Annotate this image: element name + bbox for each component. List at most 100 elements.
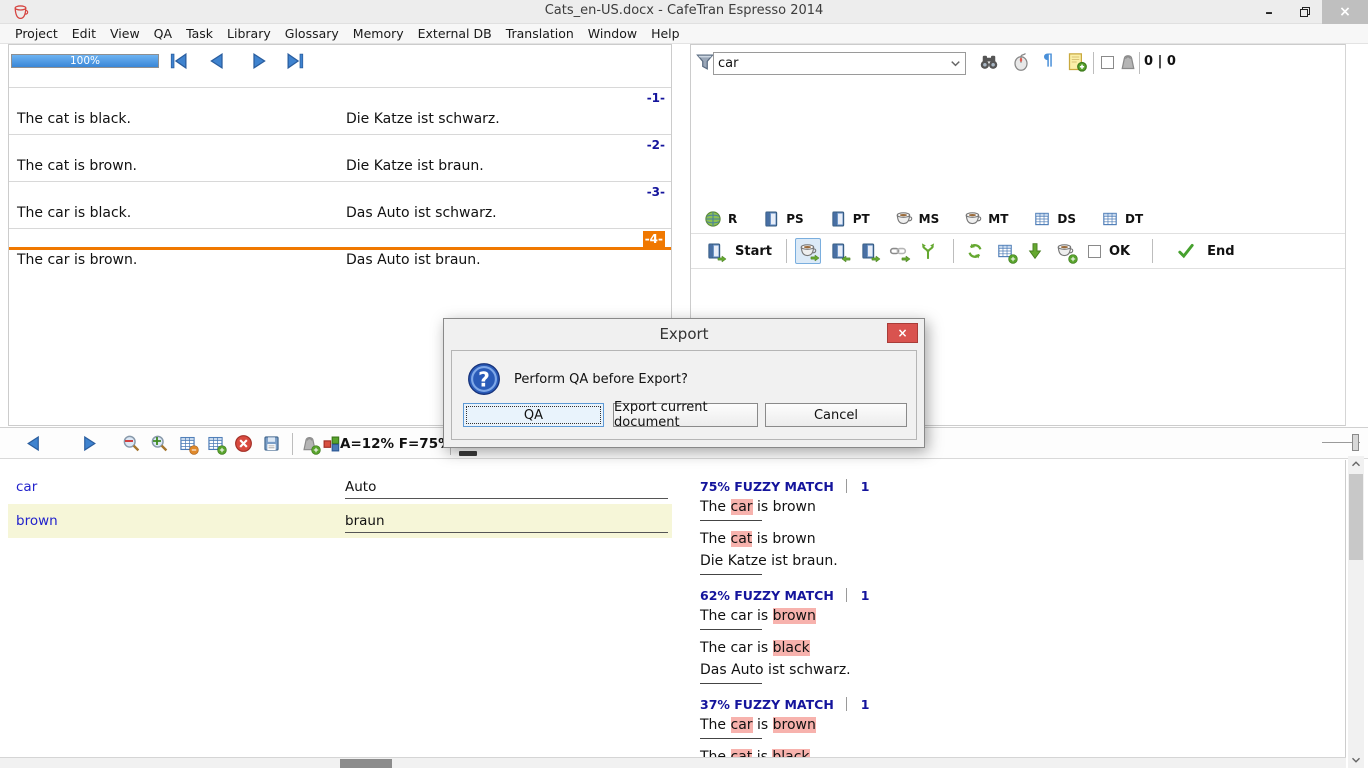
next-segment-button[interactable] xyxy=(249,51,269,71)
first-segment-button[interactable] xyxy=(169,51,189,71)
transfer-down-button[interactable] xyxy=(1022,238,1048,264)
new-memory-button[interactable] xyxy=(300,434,319,453)
restore-icon xyxy=(1299,6,1311,18)
scroll-down-button[interactable] xyxy=(1348,752,1364,768)
partially-covered-icon[interactable] xyxy=(459,451,477,456)
minimize-button[interactable]: – xyxy=(1252,0,1286,24)
add-to-glossary-button[interactable] xyxy=(992,238,1018,264)
last-segment-button[interactable] xyxy=(285,51,305,71)
end-button[interactable] xyxy=(1173,238,1199,264)
vertical-scrollbar[interactable] xyxy=(1348,456,1364,768)
next-match-button[interactable] xyxy=(80,434,99,453)
zoom-in-button[interactable] xyxy=(150,434,169,453)
cancel-button[interactable]: Cancel xyxy=(765,403,907,427)
fuzzy-match-block[interactable]: 75% FUZZY MATCH 1 The car is brown The c… xyxy=(700,476,1345,575)
menu-library[interactable]: Library xyxy=(220,26,278,41)
menu-memory[interactable]: Memory xyxy=(346,26,411,41)
next-untranslated-button[interactable] xyxy=(795,238,821,264)
tab-db-target[interactable]: DT xyxy=(1101,210,1143,228)
close-button[interactable]: × xyxy=(1322,0,1368,24)
search-input[interactable] xyxy=(718,54,943,73)
previous-document-segment-button[interactable] xyxy=(825,238,851,264)
split-segment-button[interactable] xyxy=(915,238,941,264)
horizontal-scroll-thumb[interactable] xyxy=(340,759,392,768)
scroll-up-button[interactable] xyxy=(1348,456,1364,472)
tab-memory-target[interactable]: MT xyxy=(964,210,1008,228)
menu-qa[interactable]: QA xyxy=(147,26,179,41)
segment-row[interactable]: -2- The cat is brown. Die Katze ist brau… xyxy=(9,134,671,181)
save-memory-button[interactable] xyxy=(262,434,281,453)
menu-edit[interactable]: Edit xyxy=(65,26,103,41)
memory-bag-icon[interactable] xyxy=(1118,52,1138,72)
table-grid-icon xyxy=(1101,210,1119,228)
segment-target[interactable]: Die Katze ist braun. xyxy=(346,158,484,174)
menu-window[interactable]: Window xyxy=(581,26,644,41)
plus-icon xyxy=(1008,254,1018,264)
resources-cubes-icon[interactable] xyxy=(322,434,341,453)
qa-button[interactable]: QA xyxy=(463,403,604,427)
term-source[interactable]: car xyxy=(16,479,37,495)
term-row[interactable]: car Auto xyxy=(8,470,672,504)
menu-glossary[interactable]: Glossary xyxy=(278,26,346,41)
segment-source[interactable]: The cat is brown. xyxy=(17,158,137,174)
segment-source[interactable]: The cat is black. xyxy=(17,111,131,127)
export-current-document-button[interactable]: Export current document xyxy=(613,403,758,427)
add-to-memory-button[interactable] xyxy=(1052,238,1078,264)
segment-target[interactable]: Das Auto ist schwarz. xyxy=(346,205,497,221)
find-binoculars-button[interactable] xyxy=(979,52,999,72)
segment-source[interactable]: The car is black. xyxy=(17,205,131,221)
tab-project-target[interactable]: PT xyxy=(829,210,870,228)
horizontal-scrollbar[interactable] xyxy=(0,757,1346,768)
auto-assemble-button[interactable] xyxy=(885,238,911,264)
term-row-selected[interactable]: brown braun xyxy=(8,504,672,538)
fuzzy-match-block[interactable]: 62% FUZZY MATCH 1 The car is brown The c… xyxy=(700,585,1345,684)
mouse-search-button[interactable] xyxy=(1011,52,1031,72)
refresh-button[interactable] xyxy=(962,238,988,264)
filter-funnel-icon[interactable] xyxy=(695,52,715,72)
menu-task[interactable]: Task xyxy=(179,26,220,41)
zoom-out-button[interactable] xyxy=(122,434,141,453)
remove-entry-button[interactable] xyxy=(178,434,197,453)
splitter-handle[interactable] xyxy=(1352,434,1359,451)
toolbar-separator xyxy=(786,239,787,263)
ok-checkbox[interactable] xyxy=(1088,245,1101,258)
tab-db-source[interactable]: DS xyxy=(1033,210,1076,228)
search-option-checkbox[interactable] xyxy=(1101,56,1114,69)
menu-help[interactable]: Help xyxy=(644,26,687,41)
next-document-segment-button[interactable] xyxy=(855,238,881,264)
restore-button[interactable] xyxy=(1288,0,1322,24)
menu-external-db[interactable]: External DB xyxy=(411,26,499,41)
segment-row[interactable]: -1- The cat is black. Die Katze ist schw… xyxy=(9,87,671,134)
chevron-down-icon[interactable] xyxy=(948,56,963,71)
match-source-line: The cat is brown xyxy=(700,528,1345,550)
dialog-content: Perform QA before Export? QA Export curr… xyxy=(451,350,917,440)
match-separator xyxy=(700,738,762,739)
formatting-pilcrow-button[interactable]: ¶ xyxy=(1043,50,1053,69)
start-button[interactable] xyxy=(701,238,727,264)
segment-row[interactable]: -3- The car is black. Das Auto ist schwa… xyxy=(9,181,671,228)
previous-match-button[interactable] xyxy=(24,434,43,453)
previous-segment-button[interactable] xyxy=(207,51,227,71)
menu-project[interactable]: Project xyxy=(8,26,65,41)
menu-translation[interactable]: Translation xyxy=(499,26,581,41)
term-target-field[interactable]: braun xyxy=(345,507,668,533)
delete-red-x-button[interactable] xyxy=(234,434,253,453)
tab-resources[interactable]: R xyxy=(704,210,737,228)
term-target-field[interactable]: Auto xyxy=(345,473,668,499)
match-separator xyxy=(700,629,762,630)
menu-view[interactable]: View xyxy=(103,26,147,41)
vertical-scroll-thumb[interactable] xyxy=(1349,474,1363,560)
segment-row-active[interactable]: -4- The car is brown. Das Auto ist braun… xyxy=(9,228,671,275)
dialog-close-button[interactable]: × xyxy=(887,323,918,343)
add-entry-button[interactable] xyxy=(1067,52,1087,72)
segment-source[interactable]: The car is brown. xyxy=(17,252,137,268)
tab-memory-source[interactable]: MS xyxy=(895,210,940,228)
segment-target[interactable]: Das Auto ist braun. xyxy=(346,252,481,268)
add-entry-row-button[interactable] xyxy=(206,434,225,453)
tab-project-source[interactable]: PS xyxy=(762,210,803,228)
term-source[interactable]: brown xyxy=(16,513,58,529)
segment-target[interactable]: Die Katze ist schwarz. xyxy=(346,111,500,127)
ok-label: OK xyxy=(1109,244,1130,259)
match-separator xyxy=(700,520,762,521)
segment-number: -3- xyxy=(9,182,671,203)
